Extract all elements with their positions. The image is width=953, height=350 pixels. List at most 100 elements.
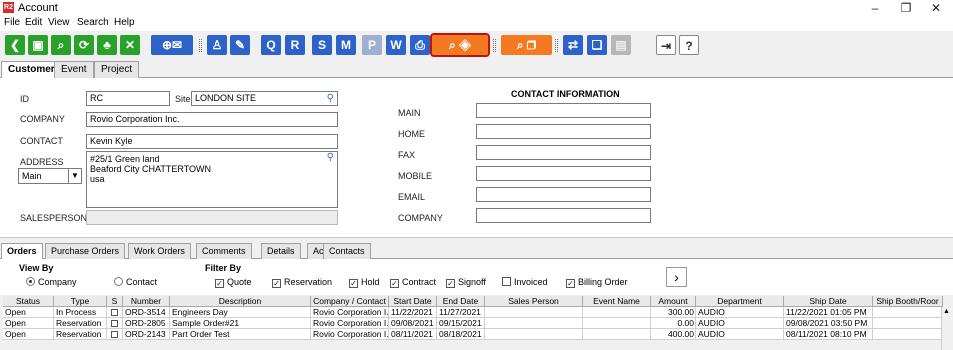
- column-header[interactable]: Ship Date: [784, 296, 873, 307]
- cell-number: ORD-2805: [123, 318, 170, 329]
- invoiced-checkbox[interactable]: Invoiced: [502, 277, 548, 287]
- menu-file[interactable]: File: [4, 17, 20, 28]
- back-icon[interactable]: ❮: [5, 35, 25, 55]
- menu-help[interactable]: Help: [114, 17, 135, 28]
- menu-edit[interactable]: Edit: [25, 17, 42, 28]
- search-icon[interactable]: ⌕: [51, 35, 71, 55]
- cell-s[interactable]: [107, 307, 123, 318]
- column-header[interactable]: Description: [170, 296, 311, 307]
- chevron-down-icon[interactable]: ▼: [68, 169, 81, 183]
- home-phone-field[interactable]: [476, 124, 651, 139]
- column-header[interactable]: Number: [123, 296, 170, 307]
- mobile-field[interactable]: [476, 166, 651, 181]
- table-scrollbar[interactable]: ▲: [941, 307, 951, 350]
- pick-icon[interactable]: ⇄: [563, 35, 583, 55]
- column-header[interactable]: Start Date: [389, 296, 437, 307]
- column-header[interactable]: Type: [54, 296, 107, 307]
- company-contact-field[interactable]: [476, 208, 651, 223]
- tab-event[interactable]: Event: [54, 61, 94, 78]
- collapse-icon[interactable]: ✕: [120, 35, 140, 55]
- quote-checkbox[interactable]: ✓ Quote: [215, 277, 252, 288]
- table-row[interactable]: Open In Process ORD-3514 Engineers Day R…: [3, 307, 943, 318]
- search-layers-icon[interactable]: ⌕ ◈: [430, 33, 490, 57]
- cell-department: AUDIO: [696, 318, 784, 329]
- checkbox-checked-icon: ✓: [566, 279, 575, 288]
- fax-field[interactable]: [476, 145, 651, 160]
- docs-icon[interactable]: ❏: [587, 35, 607, 55]
- contract-checkbox[interactable]: ✓ Contract: [390, 277, 436, 288]
- menu-search[interactable]: Search: [77, 17, 109, 28]
- edit-icon[interactable]: ✎: [230, 35, 250, 55]
- company-radio[interactable]: Company: [26, 277, 77, 287]
- refresh-icon[interactable]: ⟳: [74, 35, 94, 55]
- cell-ship-booth: [873, 329, 943, 340]
- table-row[interactable]: Open Reservation ORD-2805 Sample Order#2…: [3, 318, 943, 329]
- tab-project[interactable]: Project: [94, 61, 140, 78]
- tab-customer[interactable]: Customer: [1, 61, 62, 79]
- cell-ship-date: 09/08/2021 03:50 PM: [784, 318, 873, 329]
- help-button[interactable]: ?: [679, 35, 699, 55]
- minimize-button[interactable]: –: [860, 0, 890, 16]
- contact-label: CONTACT: [20, 136, 63, 146]
- site-field[interactable]: LONDON SITE ⚲: [191, 91, 338, 106]
- checkbox-icon: [111, 331, 118, 338]
- contacts-icon[interactable]: ♙: [207, 35, 227, 55]
- exit-icon[interactable]: ⇥: [656, 35, 676, 55]
- tab-comments[interactable]: Comments: [196, 243, 252, 259]
- signoff-checkbox[interactable]: ✓ Signoff: [446, 277, 486, 288]
- cell-end-date: 08/18/2021 ...: [437, 329, 485, 340]
- report-r-icon[interactable]: R: [285, 35, 305, 55]
- column-header[interactable]: End Date: [437, 296, 485, 307]
- window-title: Account: [18, 2, 58, 14]
- quote-doc-icon[interactable]: Q: [261, 35, 281, 55]
- tab-work-orders[interactable]: Work Orders: [128, 243, 191, 259]
- id-field[interactable]: RC: [86, 91, 170, 106]
- search-box-icon[interactable]: ⌕ ❒: [501, 35, 552, 55]
- tab-contacts[interactable]: Contacts: [323, 243, 371, 259]
- menu-view[interactable]: View: [48, 17, 70, 28]
- contact-field[interactable]: Kevin Kyle: [86, 134, 338, 149]
- email-field[interactable]: [476, 187, 651, 202]
- address-type-select[interactable]: Main ▼: [18, 168, 82, 184]
- tab-orders[interactable]: Orders: [1, 243, 43, 259]
- column-header[interactable]: Company / Contact: [311, 296, 389, 307]
- cell-s[interactable]: [107, 318, 123, 329]
- checkbox-icon: [111, 320, 118, 327]
- add-email-icon[interactable]: ⊕✉: [151, 35, 193, 55]
- billing-order-checkbox[interactable]: ✓ Billing Order: [566, 277, 628, 288]
- report-m-icon[interactable]: M: [336, 35, 356, 55]
- hierarchy-icon[interactable]: ♣: [97, 35, 117, 55]
- column-header[interactable]: Sales Person: [485, 296, 583, 307]
- close-button[interactable]: ✕: [921, 0, 951, 16]
- filter-by-label: Filter By: [205, 263, 242, 273]
- contact-radio[interactable]: Contact: [114, 277, 157, 287]
- search-icon[interactable]: ⚲: [327, 153, 334, 163]
- cell-number: ORD-2143: [123, 329, 170, 340]
- tab-details[interactable]: Details: [261, 243, 301, 259]
- print-icon[interactable]: ⎙: [410, 35, 430, 55]
- next-button[interactable]: ›: [666, 267, 687, 287]
- search-icon[interactable]: ⚲: [327, 92, 334, 105]
- column-header[interactable]: S: [107, 296, 123, 307]
- save-icon[interactable]: ▣: [28, 35, 48, 55]
- main-phone-field[interactable]: [476, 103, 651, 118]
- column-header[interactable]: Department: [696, 296, 784, 307]
- toolbar-separator: [493, 39, 496, 52]
- cell-s[interactable]: [107, 329, 123, 340]
- tab-purchase-orders[interactable]: Purchase Orders: [45, 243, 126, 259]
- cell-company: Rovio Corporation I...: [311, 318, 389, 329]
- company-field[interactable]: Rovio Corporation Inc.: [86, 112, 338, 127]
- column-header[interactable]: Event Name: [583, 296, 651, 307]
- column-header[interactable]: Ship Booth/Roor: [873, 296, 943, 307]
- cell-sales-person: [485, 318, 583, 329]
- reservation-checkbox[interactable]: ✓ Reservation: [272, 277, 332, 288]
- table-row[interactable]: Open Reservation ORD-2143 Part Order Tes…: [3, 329, 943, 340]
- column-header[interactable]: Amount: [651, 296, 696, 307]
- hold-checkbox[interactable]: ✓ Hold: [349, 277, 380, 288]
- wo-doc-icon[interactable]: W: [386, 35, 406, 55]
- report-s-icon[interactable]: S: [312, 35, 332, 55]
- address-textarea[interactable]: #25/1 Green land Beaford City CHATTERTOW…: [86, 151, 338, 208]
- scroll-up-icon[interactable]: ▲: [943, 308, 950, 315]
- column-header[interactable]: Status: [3, 296, 54, 307]
- restore-button[interactable]: ❐: [891, 0, 921, 16]
